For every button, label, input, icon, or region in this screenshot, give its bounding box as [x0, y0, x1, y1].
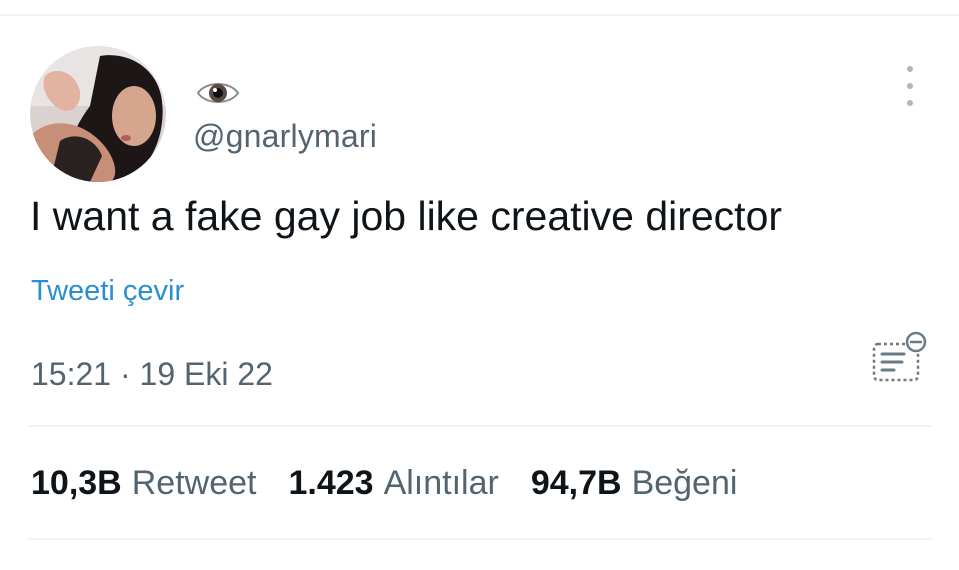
quotes-count: 1.423	[288, 464, 374, 502]
retweets-stat[interactable]: 10,3B Retweet	[31, 464, 256, 503]
quotes-stat[interactable]: 1.423 Alıntılar	[288, 464, 498, 503]
stats-divider-bottom	[28, 538, 932, 540]
translate-tweet-link[interactable]: Tweeti çevir	[31, 275, 184, 308]
retweets-label: Retweet	[131, 464, 257, 502]
avatar[interactable]	[30, 46, 166, 182]
top-divider	[0, 14, 959, 16]
more-options-icon[interactable]	[898, 66, 922, 106]
likes-count: 94,7B	[530, 464, 622, 502]
engagement-stats: 10,3B Retweet 1.423 Alıntılar 94,7B Beğeni	[31, 464, 769, 503]
likes-stat[interactable]: 94,7B Beğeni	[531, 464, 738, 503]
community-notes-icon[interactable]	[864, 330, 928, 386]
quotes-label: Alıntılar	[383, 464, 499, 502]
eye-icon	[196, 78, 240, 108]
stats-divider-top	[28, 425, 932, 427]
retweets-count: 10,3B	[31, 464, 122, 502]
user-handle[interactable]: @gnarlymari	[193, 118, 377, 155]
tweet-detail: @gnarlymari I want a fake gay job like c…	[0, 0, 959, 570]
tweet-timestamp[interactable]: 15:21 · 19 Eki 22	[31, 356, 273, 393]
tweet-text: I want a fake gay job like creative dire…	[30, 193, 783, 239]
likes-label: Beğeni	[631, 464, 738, 502]
